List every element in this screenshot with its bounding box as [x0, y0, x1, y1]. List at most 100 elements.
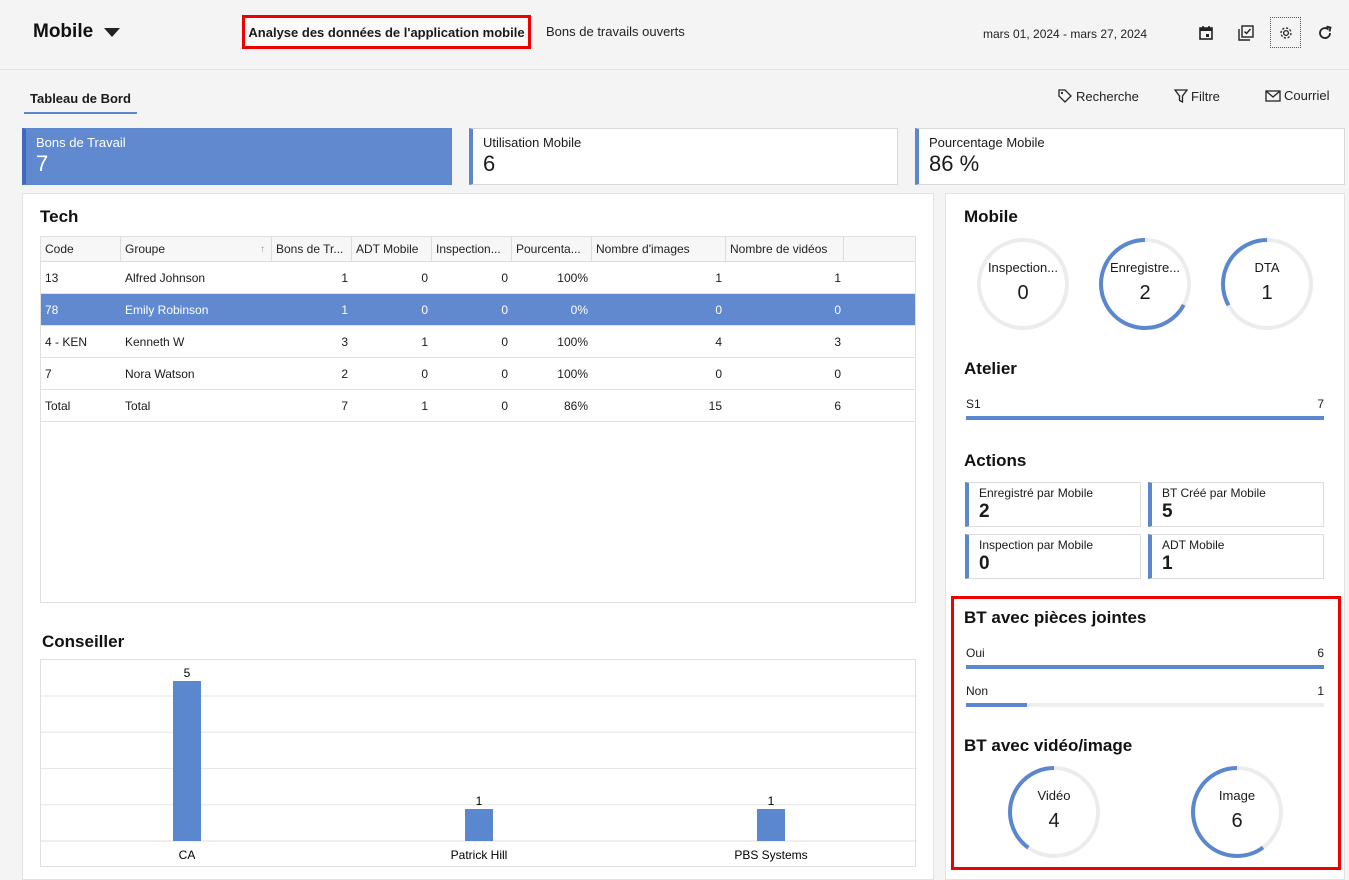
action-card-value: 0 — [979, 553, 990, 574]
conseiller-chart-svg: 5 CA 1 Patrick Hill 1 PBS Systems — [41, 666, 917, 862]
chevron-down-icon[interactable] — [104, 28, 120, 37]
table-row[interactable]: 13 Alfred Johnson 1 0 0 100% 1 1 — [41, 262, 915, 294]
atelier-bar-s1[interactable]: S1 7 — [966, 397, 1324, 420]
table-cell: 100% — [557, 335, 588, 349]
app-title: Mobile — [33, 21, 94, 42]
ring-value: 6 — [1231, 810, 1243, 832]
date-range[interactable]: mars 01, 2024 - mars 27, 2024 — [983, 27, 1147, 41]
table-cell: 4 — [715, 335, 722, 349]
conseiller-title: Conseiller — [42, 632, 125, 651]
table-cell: 0 — [501, 399, 508, 413]
mobile-title: Mobile — [964, 207, 1018, 226]
column-header-bons[interactable]: Bons de Tr... — [272, 237, 352, 262]
calendar-icon[interactable] — [1192, 19, 1220, 47]
bar-label: Non — [966, 684, 989, 698]
ring-value: 4 — [1048, 810, 1060, 832]
mobile-ring[interactable]: DTA 1 — [1218, 235, 1316, 333]
tech-table: Code Groupe ↑ Bons de Tr... ADT Mobile I… — [40, 236, 916, 603]
table-cell: Total — [45, 399, 71, 413]
mobile-ring[interactable]: Inspection... 0 — [974, 235, 1072, 333]
column-header-code[interactable]: Code — [41, 237, 121, 262]
table-cell: 1 — [341, 271, 348, 285]
search-button[interactable]: Recherche — [1057, 88, 1139, 104]
checklist-icon[interactable] — [1232, 19, 1260, 47]
ring-value: 2 — [1139, 282, 1151, 304]
pj-bar-oui[interactable]: Oui 6 — [966, 646, 1324, 669]
ring-label: Image — [1218, 788, 1256, 803]
column-header-inspection[interactable]: Inspection... — [432, 237, 512, 262]
table-cell: 4 - KEN — [45, 335, 88, 349]
action-card-value: 2 — [979, 501, 990, 522]
mobile-ring[interactable]: Enregistre... 2 — [1096, 235, 1194, 333]
column-header-images[interactable]: Nombre d'images — [592, 237, 726, 262]
tick-label: Patrick Hill — [451, 848, 508, 862]
bar-track — [966, 665, 1324, 669]
pj-bar-non[interactable]: Non 1 — [966, 684, 1324, 707]
bar — [757, 809, 785, 841]
bar-track — [966, 416, 1324, 420]
bar-label: Oui — [966, 646, 985, 660]
table-cell: 7 — [45, 367, 52, 381]
table-cell: Total — [125, 399, 151, 413]
action-card-bt-cree[interactable]: BT Créé par Mobile 5 — [1148, 482, 1324, 527]
column-header-adt[interactable]: ADT Mobile — [352, 237, 432, 262]
table-cell: 1 — [715, 271, 722, 285]
table-header: Code Groupe ↑ Bons de Tr... ADT Mobile I… — [41, 237, 915, 262]
bar-value: 6 — [1317, 646, 1324, 660]
table-cell: Kenneth W — [125, 335, 185, 349]
bar-fill — [966, 665, 1324, 669]
action-card-enregistre[interactable]: Enregistré par Mobile 2 — [965, 482, 1141, 527]
filter-icon — [1174, 89, 1188, 104]
table-cell: 0 — [421, 367, 428, 381]
table-cell: 100% — [557, 271, 588, 285]
filter-button[interactable]: Filtre — [1174, 88, 1220, 104]
tab-bons-travails-ouverts[interactable]: Bons de travails ouverts — [546, 24, 685, 39]
bar-label: S1 — [966, 397, 981, 411]
atelier-title: Atelier — [964, 359, 1017, 378]
column-header-pourcentage[interactable]: Pourcenta... — [512, 237, 592, 262]
table-cell: 0% — [570, 303, 588, 317]
tab-tableau-de-bord[interactable]: Tableau de Bord — [24, 84, 137, 114]
action-card-inspection[interactable]: Inspection par Mobile 0 — [965, 534, 1141, 579]
kpi-bons-de-travail[interactable]: Bons de Travail 7 — [22, 128, 452, 185]
data-label: 5 — [184, 666, 191, 680]
table-cell: 7 — [341, 399, 348, 413]
pieces-jointes-title: BT avec pièces jointes — [964, 608, 1147, 627]
action-card-adt[interactable]: ADT Mobile 1 — [1148, 534, 1324, 579]
video-image-ring[interactable]: Vidéo 4 — [1005, 763, 1103, 861]
ring-label: Inspection... — [987, 260, 1059, 275]
table-cell: 0 — [501, 335, 508, 349]
bar-fill — [966, 703, 1027, 707]
table-cell: 6 — [834, 399, 841, 413]
table-cell: Nora Watson — [125, 367, 195, 381]
tag-icon — [1058, 89, 1072, 103]
bar-fill — [966, 416, 1324, 420]
table-cell: 0 — [501, 367, 508, 381]
table-row[interactable]: Total Total 7 1 0 86% 15 6 — [41, 390, 915, 422]
action-card-value: 5 — [1162, 501, 1173, 522]
refresh-icon[interactable] — [1311, 19, 1339, 47]
table-cell: 0 — [834, 303, 841, 317]
column-header-groupe[interactable]: Groupe ↑ — [121, 237, 272, 262]
mail-icon — [1265, 89, 1281, 102]
table-cell: 2 — [341, 367, 348, 381]
bar-track — [966, 703, 1324, 707]
conseiller-chart: 5 CA 1 Patrick Hill 1 PBS Systems — [40, 659, 917, 867]
video-image-title: BT avec vidéo/image — [964, 736, 1133, 755]
column-header-videos[interactable]: Nombre de vidéos — [726, 237, 844, 262]
tab-analyse-donnees[interactable]: Analyse des données de l'application mob… — [242, 15, 531, 49]
kpi-utilisation-mobile[interactable]: Utilisation Mobile 6 — [469, 128, 898, 185]
email-button[interactable]: Courriel — [1265, 88, 1330, 103]
table-cell: 13 — [45, 271, 59, 285]
column-header-label: Groupe — [125, 242, 166, 256]
ring-label: DTA — [1254, 260, 1280, 275]
tick-label: CA — [179, 848, 196, 862]
gear-icon[interactable] — [1270, 17, 1301, 48]
data-label: 1 — [476, 794, 483, 808]
table-row[interactable]: 4 - KEN Kenneth W 3 1 0 100% 4 3 — [41, 326, 915, 358]
kpi-pourcentage-mobile[interactable]: Pourcentage Mobile 86 % — [915, 128, 1345, 185]
video-image-ring[interactable]: Image 6 — [1188, 763, 1286, 861]
table-cell: 100% — [557, 367, 588, 381]
table-row[interactable]: 78 Emily Robinson 1 0 0 0% 0 0 — [41, 294, 915, 326]
table-row[interactable]: 7 Nora Watson 2 0 0 100% 0 0 — [41, 358, 915, 390]
